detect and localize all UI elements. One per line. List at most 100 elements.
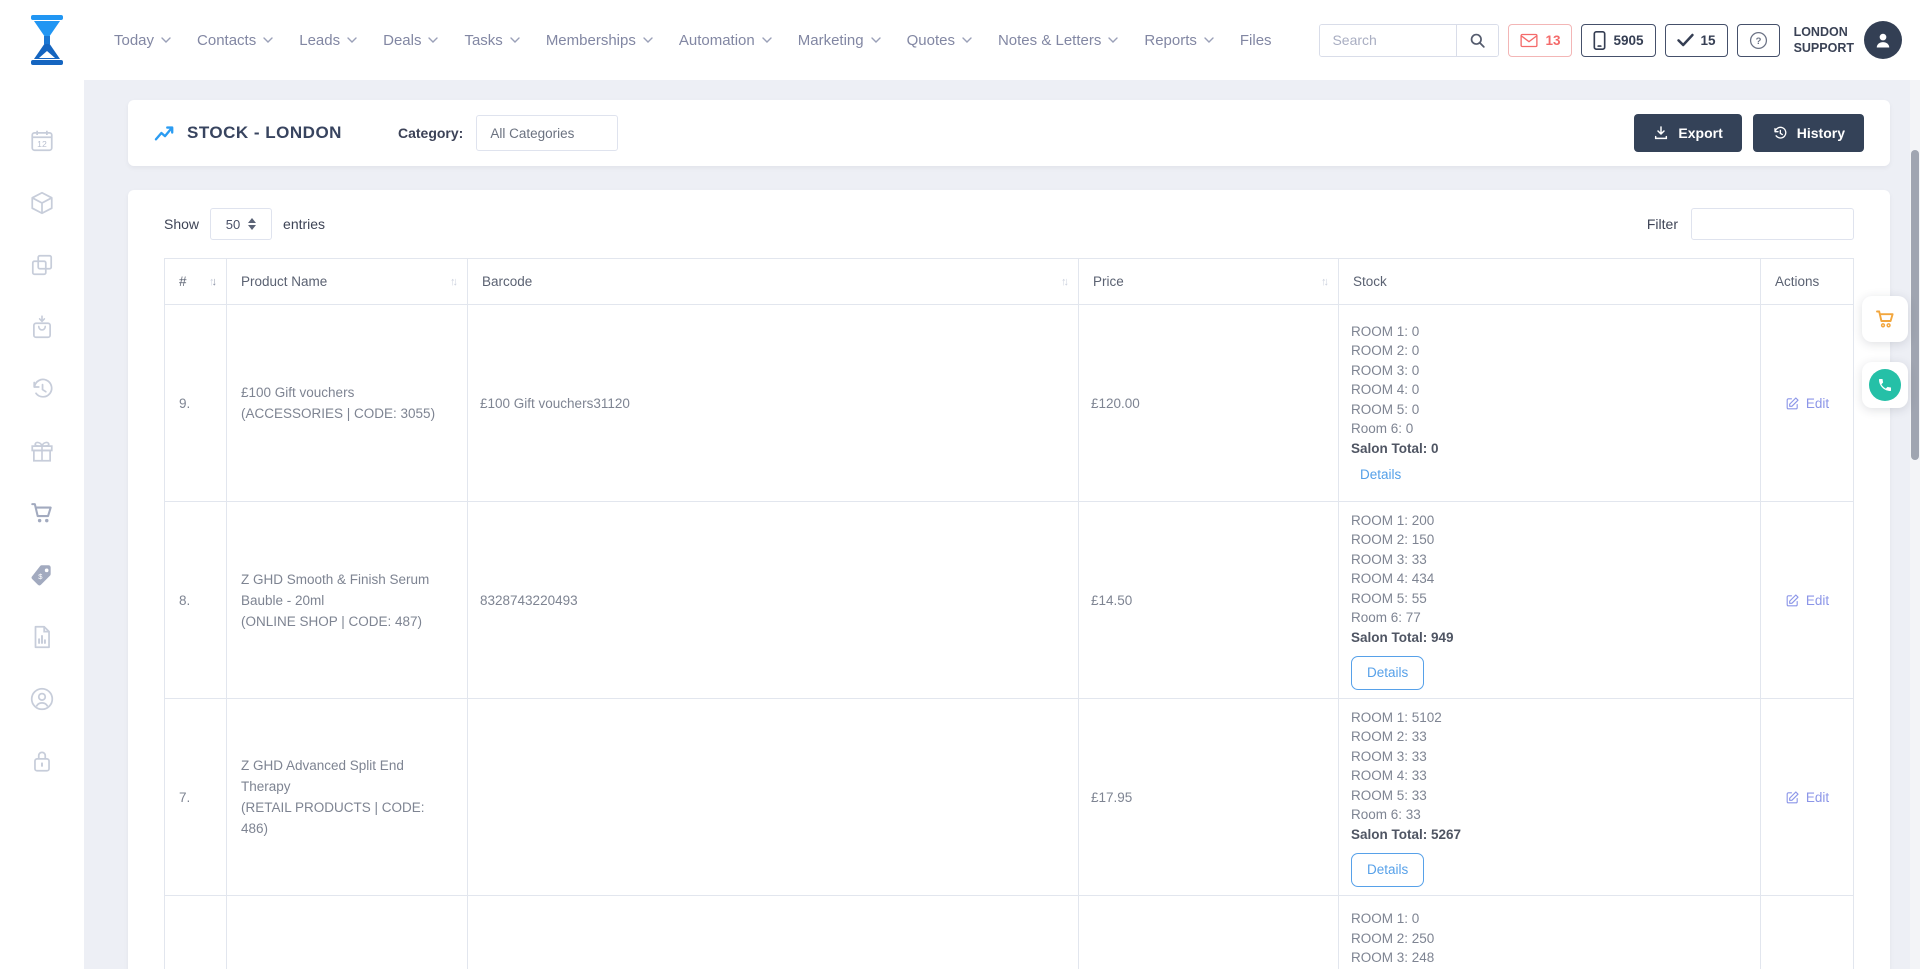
header-price[interactable]: Price↑↓ xyxy=(1079,259,1339,304)
tasks-done-badge[interactable]: 15 xyxy=(1665,24,1728,57)
table-controls: Show 50 entries Filter xyxy=(164,208,1854,240)
gift-icon[interactable] xyxy=(29,438,55,464)
product-name-cell: Z GHD Smooth & Finish Serum Bauble - 20m… xyxy=(227,502,468,698)
nav-leads-label: Leads xyxy=(299,32,340,49)
copy-icon[interactable] xyxy=(29,252,55,278)
edit-icon xyxy=(1785,790,1800,805)
history-icon[interactable] xyxy=(29,376,55,402)
details-button[interactable]: Details xyxy=(1351,656,1424,690)
search-button[interactable] xyxy=(1456,25,1498,56)
mail-notifications-badge[interactable]: 13 xyxy=(1508,24,1572,57)
row-number: 8. xyxy=(165,502,227,698)
nav-deals-label: Deals xyxy=(383,32,421,49)
search-group xyxy=(1319,24,1499,57)
nav-tasks[interactable]: Tasks xyxy=(464,32,519,49)
product-name: Z GHD Smooth & Finish Serum Bauble - 20m… xyxy=(241,569,451,611)
edit-label: Edit xyxy=(1806,790,1829,805)
nav-quotes[interactable]: Quotes xyxy=(907,32,972,49)
table-row: 8. Z GHD Smooth & Finish Serum Bauble - … xyxy=(165,502,1853,699)
filter-input[interactable] xyxy=(1691,208,1854,240)
nav-memberships-label: Memberships xyxy=(546,32,636,49)
page-size-control: Show 50 entries xyxy=(164,208,325,240)
nav-files[interactable]: Files xyxy=(1240,32,1272,49)
nav-reports[interactable]: Reports xyxy=(1144,32,1214,49)
header-num-label: # xyxy=(179,274,187,289)
stock-chart-icon xyxy=(154,124,176,142)
nav-today-label: Today xyxy=(114,32,154,49)
chevron-down-icon xyxy=(643,37,653,43)
stock-line: ROOM 3: 33 xyxy=(1351,747,1427,767)
page-title-wrap: STOCK - LONDON xyxy=(154,123,342,143)
edit-link[interactable]: Edit xyxy=(1785,790,1829,805)
barcode-cell xyxy=(468,699,1079,895)
mail-count: 13 xyxy=(1545,33,1560,48)
header-barcode[interactable]: Barcode↑↓ xyxy=(468,259,1079,304)
price-cell: £14.50 xyxy=(1079,502,1339,698)
floating-cart-button[interactable] xyxy=(1862,296,1908,342)
bag-download-icon[interactable] xyxy=(29,314,55,340)
header-product-name[interactable]: Product Name↑↓ xyxy=(227,259,468,304)
barcode-cell xyxy=(468,896,1079,969)
search-input[interactable] xyxy=(1320,25,1456,56)
nav-deals[interactable]: Deals xyxy=(383,32,438,49)
help-button[interactable]: ? xyxy=(1737,24,1780,57)
row-number: 9. xyxy=(165,305,227,501)
main-nav: Today Contacts Leads Deals Tasks Members… xyxy=(114,32,1272,49)
user-icon xyxy=(1873,30,1893,50)
avatar[interactable] xyxy=(1864,21,1902,59)
user-name-line1: LONDON xyxy=(1794,24,1854,40)
details-link[interactable]: Details xyxy=(1351,465,1401,485)
barcode-cell: 8328743220493 xyxy=(468,502,1079,698)
app-logo-icon[interactable] xyxy=(24,14,70,66)
cart-icon[interactable] xyxy=(29,500,55,526)
stock-line: ROOM 4: 33 xyxy=(1351,766,1427,786)
page-size-select[interactable]: 50 xyxy=(210,208,272,240)
calendar-icon[interactable]: 12 xyxy=(29,128,55,154)
lock-icon[interactable] xyxy=(29,748,55,774)
price-cell: £17.95 xyxy=(1079,699,1339,895)
row-number: 7. xyxy=(165,699,227,895)
nav-marketing[interactable]: Marketing xyxy=(798,32,881,49)
product-meta: (ACCESSORIES | CODE: 3055) xyxy=(241,403,435,424)
edit-link[interactable]: Edit xyxy=(1785,593,1829,608)
package-icon[interactable] xyxy=(29,190,55,216)
nav-notes-letters-label: Notes & Letters xyxy=(998,32,1101,49)
nav-today[interactable]: Today xyxy=(114,32,171,49)
header-num[interactable]: # ↑↓ xyxy=(165,259,227,304)
salon-total: Salon Total: 949 xyxy=(1351,628,1454,648)
price-tag-icon[interactable]: $ xyxy=(29,562,55,588)
category-selected-value: All Categories xyxy=(490,126,574,141)
nav-memberships[interactable]: Memberships xyxy=(546,32,653,49)
sort-icon: ↑↓ xyxy=(209,276,217,288)
chevron-down-icon xyxy=(871,37,881,43)
nav-notes-letters[interactable]: Notes & Letters xyxy=(998,32,1118,49)
nav-files-label: Files xyxy=(1240,32,1272,49)
nav-leads[interactable]: Leads xyxy=(299,32,357,49)
floating-phone-button[interactable] xyxy=(1862,362,1908,408)
user-menu[interactable]: LONDON SUPPORT xyxy=(1794,21,1902,59)
user-circle-icon[interactable] xyxy=(29,686,55,712)
page-header-card: STOCK - LONDON Category: All Categories … xyxy=(128,100,1890,166)
category-select[interactable]: All Categories xyxy=(476,115,618,151)
scrollbar-thumb[interactable] xyxy=(1911,150,1919,460)
user-name: LONDON SUPPORT xyxy=(1794,24,1854,57)
stock-line: ROOM 2: 0 xyxy=(1351,341,1419,361)
report-document-icon[interactable] xyxy=(29,624,55,650)
stock-cell: ROOM 1: 0 ROOM 2: 0 ROOM 3: 0 ROOM 4: 0 … xyxy=(1339,305,1761,501)
nav-automation[interactable]: Automation xyxy=(679,32,772,49)
svg-text:?: ? xyxy=(1755,36,1761,47)
chevron-down-icon xyxy=(510,37,520,43)
stock-line: Room 6: 0 xyxy=(1351,419,1413,439)
header-stock: Stock xyxy=(1339,259,1761,304)
table-header-row: # ↑↓ Product Name↑↓ Barcode↑↓ Price↑↓ Sto… xyxy=(165,259,1853,305)
details-button[interactable]: Details xyxy=(1351,853,1424,887)
phone-notifications-badge[interactable]: 5905 xyxy=(1581,24,1655,57)
price-cell xyxy=(1079,896,1339,969)
export-button[interactable]: Export xyxy=(1634,114,1741,152)
product-name-cell: £100 Gift vouchers (ACCESSORIES | CODE: … xyxy=(227,305,468,501)
history-button[interactable]: History xyxy=(1753,114,1864,152)
edit-link[interactable]: Edit xyxy=(1785,396,1829,411)
nav-contacts[interactable]: Contacts xyxy=(197,32,273,49)
stock-line: ROOM 2: 150 xyxy=(1351,530,1434,550)
chevron-down-icon xyxy=(1108,37,1118,43)
